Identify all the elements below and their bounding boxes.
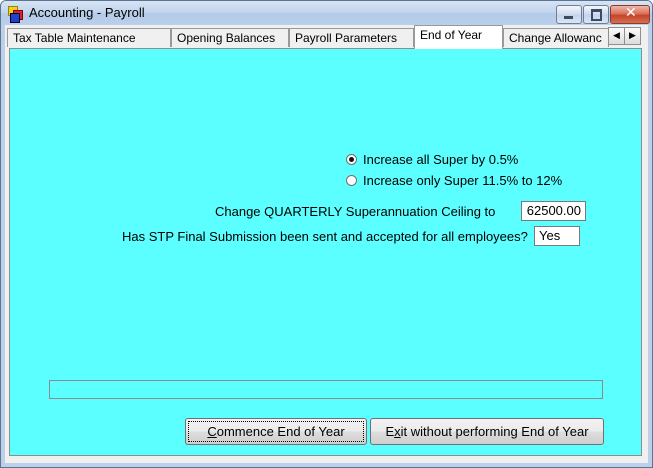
super-option-increase-only[interactable]: Increase only Super 11.5% to 12%	[346, 173, 596, 189]
close-button[interactable]: ✕	[610, 5, 650, 24]
tab-scroll-left-icon[interactable]: ◀	[608, 27, 625, 45]
close-icon: ✕	[625, 5, 637, 21]
minimize-icon	[564, 16, 573, 19]
commence-end-of-year-button[interactable]: Commence End of Year	[185, 418, 367, 445]
radio-button[interactable]	[346, 175, 357, 186]
app-icon	[8, 6, 24, 23]
stp-question-label: Has STP Final Submission been sent and a…	[122, 229, 528, 244]
tab-change-allowances[interactable]: Change Allowanc	[503, 28, 609, 47]
client-area: Tax Table Maintenance Opening Balances P…	[5, 25, 648, 463]
radio-button-selected[interactable]	[346, 154, 357, 165]
title-bar[interactable]: Accounting - Payroll ✕	[1, 1, 652, 25]
stp-answer-input[interactable]: Yes	[534, 226, 580, 246]
end-of-year-progress-bar	[49, 380, 603, 399]
exit-without-end-of-year-button[interactable]: Exit without performing End of Year	[370, 418, 604, 445]
super-option-label: Increase only Super 11.5% to 12%	[363, 173, 563, 188]
tab-scroll-right-icon[interactable]: ▶	[624, 27, 641, 45]
minimize-button[interactable]	[556, 5, 582, 24]
window-title: Accounting - Payroll	[29, 5, 145, 20]
tab-scroll-arrows: ◀ ▶	[608, 27, 641, 45]
tab-strip: Tax Table Maintenance Opening Balances P…	[5, 25, 648, 49]
payroll-window: Accounting - Payroll ✕ Tax Table Mainten…	[0, 0, 653, 468]
tab-end-of-year[interactable]: End of Year	[414, 25, 503, 49]
ceiling-label: Change QUARTERLY Superannuation Ceiling …	[215, 204, 496, 219]
super-option-increase-all[interactable]: Increase all Super by 0.5%	[346, 152, 586, 168]
tab-tax-table-maintenance[interactable]: Tax Table Maintenance	[7, 28, 171, 47]
tab-opening-balances[interactable]: Opening Balances	[171, 28, 289, 47]
maximize-icon	[591, 9, 602, 21]
end-of-year-panel: Increase all Super by 0.5% Increase only…	[9, 48, 642, 456]
super-option-label: Increase all Super by 0.5%	[363, 152, 519, 167]
maximize-button[interactable]	[583, 5, 609, 24]
ceiling-input[interactable]: 62500.00	[521, 201, 586, 221]
tab-payroll-parameters[interactable]: Payroll Parameters	[289, 28, 414, 47]
